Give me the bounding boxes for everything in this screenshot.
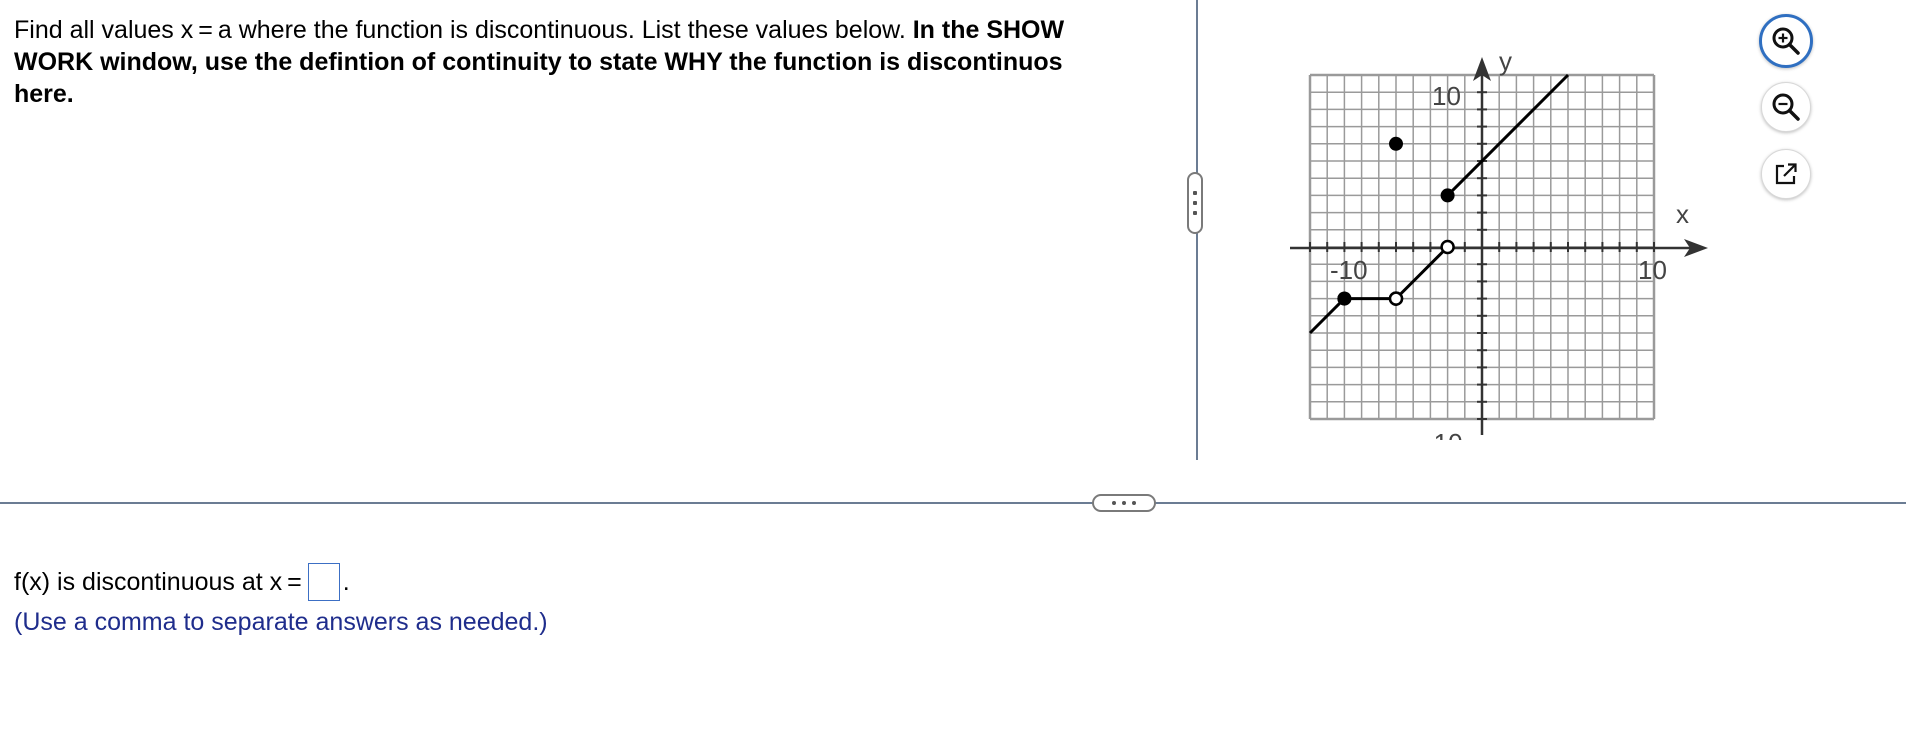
question-text: Find all values x = a where the function… [14,14,1114,110]
answer-input[interactable] [307,563,340,601]
graph-segment [1446,73,1570,197]
zoom-in-icon [1772,27,1800,55]
answer-prefix: f(x) is discontinuous at x = [14,568,302,596]
closed-point [1440,188,1455,203]
x-max-tick-label: 10 [1638,255,1667,285]
horizontal-resize-handle[interactable] [1092,494,1156,512]
answer-line: f(x) is discontinuous at x = . [14,563,350,601]
y-max-tick-label: 10 [1432,81,1461,111]
y-axis-label: y [1499,46,1512,76]
horizontal-divider [0,502,1906,504]
plot [1308,73,1570,335]
zoom-out-button[interactable] [1761,82,1811,132]
answer-suffix: . [342,568,350,596]
x-min-tick-label: -10 [1330,255,1368,285]
zoom-out-icon [1772,93,1800,121]
question-plain: Find all values x = a where the function… [14,16,913,44]
closed-point [1337,291,1352,306]
zoom-in-button[interactable] [1759,14,1813,68]
vertical-resize-handle[interactable] [1187,172,1203,234]
function-graph[interactable]: x y -10 10 10 -10 [1280,20,1720,440]
open-point [1388,291,1404,306]
y-min-tick-label: -10 [1425,428,1463,440]
external-link-icon [1775,163,1797,185]
x-axis-label: x [1676,199,1689,229]
graph-segment [1394,245,1449,300]
closed-point [1389,136,1403,151]
open-point [1440,239,1455,255]
answer-hint: (Use a comma to separate answers as need… [14,608,548,636]
popout-button[interactable] [1761,149,1811,199]
